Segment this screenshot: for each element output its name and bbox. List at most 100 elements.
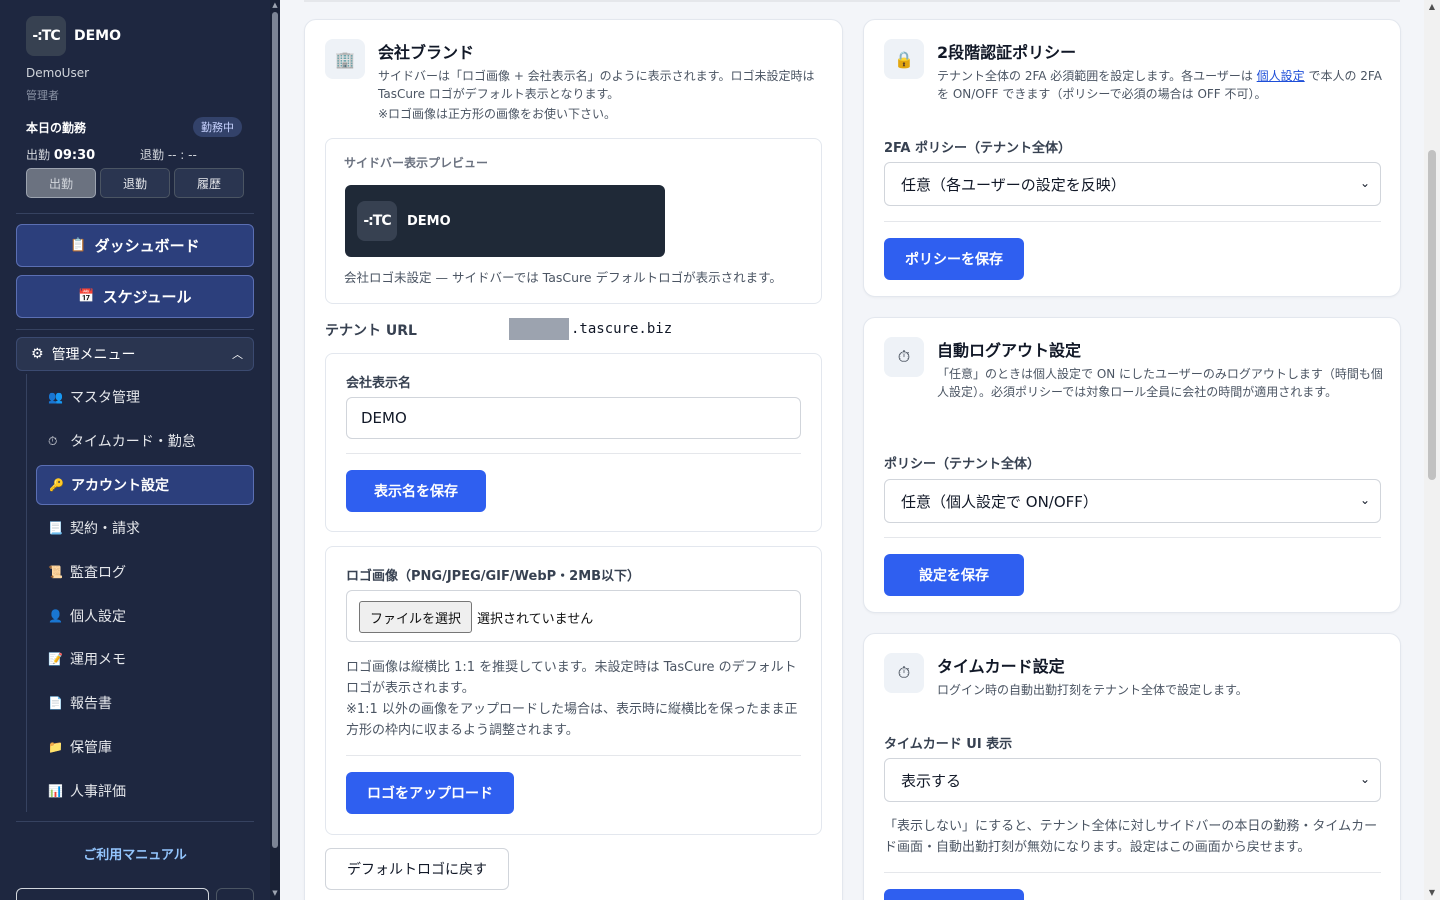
- user-name: DemoUser: [26, 66, 90, 80]
- display-name-label: 会社表示名: [346, 376, 412, 391]
- display-name-input[interactable]: DEMO: [346, 397, 801, 439]
- logo-file-input[interactable]: ファイルを選択 選択されていません: [346, 590, 801, 642]
- sidebar-item-audit[interactable]: 📜 監査ログ: [36, 552, 254, 592]
- reset-logo-button[interactable]: デフォルトロゴに戻す: [325, 848, 509, 890]
- folder-icon: 📁: [48, 740, 63, 754]
- manual-link[interactable]: ご利用マニュアル: [0, 844, 270, 863]
- clock-in-button[interactable]: 出勤: [26, 168, 96, 198]
- logout-policy-select[interactable]: 任意（個人設定で ON/OFF） ⌄: [884, 479, 1381, 523]
- sidebar-item-master[interactable]: 👥 マスタ管理: [36, 377, 254, 417]
- user-role: 管理者: [26, 89, 59, 102]
- timecard-card-title: タイムカード設定: [937, 657, 1065, 676]
- stopwatch-icon: ⏱: [48, 433, 58, 448]
- sidebar-item-contract[interactable]: 📃 契約・請求: [36, 508, 254, 548]
- save-settings-button[interactable]: 設定を保存: [884, 554, 1024, 596]
- company-name: DEMO: [74, 28, 122, 44]
- sidebar-scrollbar-thumb[interactable]: [272, 12, 278, 848]
- sidebar-item-evaluation[interactable]: 📊 人事評価: [36, 771, 254, 811]
- preview-company-name: DEMO: [407, 213, 451, 229]
- logo-note-2: ※1:1 以外の画像をアップロードした場合は、表示時に縦横比を保ったまま正方形の…: [346, 702, 798, 738]
- scroll-up-arrow-icon[interactable]: ▲: [1428, 2, 1436, 11]
- twofa-policy-label: 2FA ポリシー（テナント全体）: [884, 141, 1072, 156]
- sidebar-preview-box: サイドバー表示プレビュー -:TC DEMO 会社ロゴ未設定 — サイドバーでは…: [325, 138, 822, 304]
- sidebar-item-memo[interactable]: 📝 運用メモ: [36, 639, 254, 679]
- admin-menu-label: 管理メニュー: [51, 347, 136, 363]
- save-policy-button[interactable]: ポリシーを保存: [884, 238, 1024, 280]
- sidebar-item-personal[interactable]: 👤 個人設定: [36, 596, 254, 636]
- scroll-down-arrow-icon[interactable]: ▼: [271, 889, 279, 897]
- chevron-up-icon: ︿: [232, 348, 243, 361]
- personal-settings-link[interactable]: 個人設定: [1257, 69, 1305, 83]
- clock-in-time: 09:30: [53, 148, 96, 163]
- sidebar-brand[interactable]: -:TC DEMO: [26, 16, 121, 56]
- sidebar-item-label: タイムカード・勤怠: [70, 434, 196, 450]
- sidebar-item-timecard[interactable]: ⏱ タイムカード・勤怠: [36, 421, 254, 461]
- save-timecard-button[interactable]: [884, 889, 1024, 900]
- upload-logo-button[interactable]: ロゴをアップロード: [346, 772, 514, 814]
- preview-note: 会社ロゴ未設定 — サイドバーでは TasCure デフォルトロゴが表示されます…: [344, 270, 782, 285]
- tenant-url-label: テナント URL: [325, 323, 417, 339]
- scroll-up-arrow-icon[interactable]: ▲: [271, 1, 279, 9]
- company-logo: -:TC: [26, 16, 66, 56]
- sidebar: -:TC DEMO DemoUser 管理者 本日の勤務 勤務中 出勤 09:3…: [0, 0, 280, 900]
- logout-policy-label: ポリシー（テナント全体）: [884, 457, 1041, 472]
- auto-logout-card-desc: 「任意」のときは個人設定で ON にしたユーザーのみログアウトします（時間も個人…: [937, 367, 1383, 399]
- nav-dashboard-label: ダッシュボード: [94, 237, 200, 255]
- sidebar-item-vault[interactable]: 📁 保管庫: [36, 727, 254, 767]
- sidebar-preview: -:TC DEMO: [345, 185, 665, 257]
- brand-card-title: 会社ブランド: [378, 43, 475, 62]
- preview-label: サイドバー表示プレビュー: [344, 156, 489, 170]
- divider: [346, 453, 801, 454]
- sidebar-item-label: 契約・請求: [70, 521, 140, 537]
- users-icon: 👥: [48, 390, 63, 404]
- divider: [884, 537, 1381, 538]
- previous-card-edge: [304, 0, 1400, 2]
- tenant-url: .tascure.biz: [509, 318, 672, 340]
- scroll-down-arrow-icon[interactable]: ▼: [1428, 888, 1436, 897]
- choose-file-button[interactable]: ファイルを選択: [359, 601, 473, 633]
- admin-menu-toggle[interactable]: ⚙ 管理メニュー ︿: [16, 337, 254, 371]
- sidebar-item-report[interactable]: 📄 報告書: [36, 683, 254, 723]
- timecard-ui-select[interactable]: 表示する ⌄: [884, 758, 1381, 802]
- display-name-box: 会社表示名 DEMO 表示名を保存: [325, 353, 822, 532]
- twofa-policy-select[interactable]: 任意（各ユーザーの設定を反映） ⌄: [884, 162, 1381, 206]
- sidebar-item-label: マスタ管理: [70, 390, 140, 406]
- sidebar-bottom-icon-button[interactable]: [216, 888, 254, 900]
- page-scrollbar-thumb[interactable]: [1428, 150, 1436, 480]
- sidebar-bottom-button[interactable]: [16, 888, 209, 900]
- divider: [16, 821, 254, 822]
- clipboard-icon: 📋: [70, 238, 87, 253]
- stopwatch-icon: ⏱: [884, 653, 924, 693]
- nav-schedule[interactable]: 📅 スケジュール: [16, 275, 254, 318]
- timecard-ui-label: タイムカード UI 表示: [884, 737, 1013, 752]
- nav-dashboard[interactable]: 📋 ダッシュボード: [16, 224, 254, 267]
- brand-card: 🏢 会社ブランド サイドバーは「ロゴ画像 + 会社表示名」のように表示されます。…: [304, 19, 843, 900]
- sidebar-item-label: 個人設定: [70, 609, 126, 625]
- masked-subdomain: [509, 318, 569, 340]
- divider: [884, 221, 1381, 222]
- sidebar-item-label: 保管庫: [70, 740, 112, 756]
- twofa-card-desc: テナント全体の 2FA 必須範囲を設定します。各ユーザーは 個人設定 で本人の …: [937, 67, 1383, 103]
- preview-logo: -:TC: [357, 201, 397, 241]
- twofa-card-title: 2段階認証ポリシー: [937, 43, 1077, 62]
- sidebar-item-label: アカウント設定: [71, 478, 169, 494]
- memo-icon: 📝: [48, 652, 63, 666]
- auto-logout-card-title: 自動ログアウト設定: [937, 341, 1082, 360]
- select-value: 任意（個人設定で ON/OFF）: [901, 492, 1098, 511]
- key-icon: 🔑: [49, 478, 64, 492]
- tenant-url-suffix: .tascure.biz: [571, 321, 673, 337]
- save-display-name-button[interactable]: 表示名を保存: [346, 470, 486, 512]
- page-icon: 📄: [48, 696, 63, 710]
- divider: [16, 213, 254, 214]
- select-value: 表示する: [901, 771, 962, 790]
- main-content: 🏢 会社ブランド サイドバーは「ロゴ画像 + 会社表示名」のように表示されます。…: [280, 0, 1424, 900]
- sidebar-item-label: 運用メモ: [70, 652, 126, 668]
- history-button[interactable]: 履歴: [174, 168, 244, 198]
- calendar-icon: 📅: [78, 289, 95, 304]
- clock-in-display: 出勤 09:30: [26, 146, 95, 163]
- document-icon: 📃: [48, 521, 63, 535]
- select-value: 任意（各ユーザーの設定を反映）: [901, 175, 1126, 194]
- clock-out-button[interactable]: 退勤: [100, 168, 170, 198]
- sidebar-item-account[interactable]: 🔑 アカウント設定: [36, 465, 254, 505]
- brand-card-note: ※ロゴ画像は正方形の画像をお使い下さい。: [378, 107, 617, 121]
